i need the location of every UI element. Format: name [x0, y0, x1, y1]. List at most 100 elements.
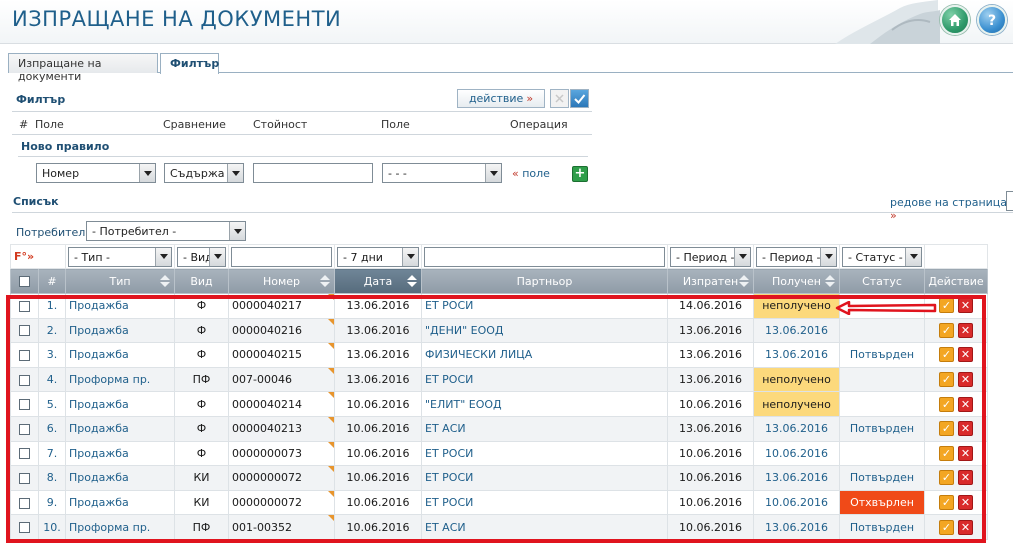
- select-all-checkbox[interactable]: [19, 276, 30, 287]
- edit-check-icon[interactable]: ✓: [939, 445, 954, 461]
- row-checkbox[interactable]: [19, 423, 30, 435]
- edit-check-icon[interactable]: ✓: [939, 372, 954, 388]
- row-type[interactable]: Продажба: [65, 415, 175, 442]
- apply-filter-button[interactable]: [570, 89, 589, 108]
- row-doc-number-text: 0000000072: [232, 496, 302, 510]
- row-checkbox[interactable]: [19, 399, 30, 411]
- edit-check-icon[interactable]: ✓: [939, 322, 954, 338]
- user-select[interactable]: - Потребител -: [86, 221, 246, 241]
- row-kind: КИ: [174, 465, 229, 491]
- delete-icon[interactable]: ✕: [958, 495, 973, 511]
- delete-icon[interactable]: ✕: [958, 322, 973, 338]
- rule-field-select[interactable]: Номер: [36, 163, 156, 183]
- action-button[interactable]: действие»: [457, 89, 545, 108]
- row-partner[interactable]: ЕТ РОСИ: [421, 440, 668, 467]
- row-type[interactable]: Продажба: [65, 342, 175, 368]
- clear-filter-button[interactable]: [550, 89, 569, 108]
- header-received[interactable]: Получен: [753, 268, 840, 294]
- table-row[interactable]: 3. Продажба Ф 0000040215 13.06.2016 ФИЗИ…: [10, 342, 988, 368]
- delete-icon[interactable]: ✕: [958, 470, 973, 486]
- row-type[interactable]: Продажба: [65, 293, 175, 319]
- rule-comparison-select[interactable]: Съдържа: [164, 163, 244, 183]
- delete-icon[interactable]: ✕: [958, 421, 973, 437]
- header-sent[interactable]: Изпратен: [667, 268, 754, 294]
- row-checkbox[interactable]: [19, 374, 30, 386]
- row-partner[interactable]: ЕТ РОСИ: [421, 293, 668, 319]
- delete-icon[interactable]: ✕: [958, 298, 973, 314]
- date-filter-select[interactable]: - 7 дни: [337, 246, 419, 267]
- row-partner[interactable]: "ДЕНИ" ЕООД: [421, 317, 668, 344]
- header-date[interactable]: Дата: [334, 268, 422, 294]
- help-button[interactable]: ?: [977, 5, 1007, 35]
- table-row[interactable]: 10. Проформа пр. ПФ 001-00352 10.06.2016…: [10, 514, 988, 540]
- home-button[interactable]: [940, 5, 970, 35]
- rule-value-input[interactable]: [253, 163, 373, 183]
- tab-send-documents[interactable]: Изпращане на документи: [8, 53, 158, 83]
- rule-field2-select[interactable]: - - -: [382, 163, 502, 183]
- row-checkbox[interactable]: [19, 300, 30, 312]
- row-partner[interactable]: ЕТ АСИ: [421, 514, 668, 540]
- plus-icon: +: [574, 166, 586, 181]
- partner-filter-input[interactable]: [424, 246, 665, 267]
- table-row[interactable]: 7. Продажба Ф 0000000073 10.06.2016 ЕТ Р…: [10, 440, 988, 467]
- row-partner[interactable]: "ЕЛИТ" ЕООД: [421, 391, 668, 417]
- row-checkbox[interactable]: [19, 448, 30, 460]
- table-row[interactable]: 4. Проформа пр. ПФ 007-00046 13.06.2016 …: [10, 366, 988, 393]
- row-partner[interactable]: ЕТ РОСИ: [421, 489, 668, 516]
- table-row[interactable]: 8. Продажба КИ 0000000072 10.06.2016 ЕТ …: [10, 465, 988, 491]
- edit-check-icon[interactable]: ✓: [939, 421, 954, 437]
- row-type[interactable]: Продажба: [65, 465, 175, 491]
- edit-check-icon[interactable]: ✓: [939, 470, 954, 486]
- table-row[interactable]: 9. Продажба КИ 0000000072 10.06.2016 ЕТ …: [10, 489, 988, 516]
- edit-check-icon[interactable]: ✓: [939, 298, 954, 314]
- type-filter-select[interactable]: - Тип -: [68, 246, 172, 267]
- received-period-select[interactable]: - Период -: [756, 246, 837, 267]
- table-row[interactable]: 5. Продажба Ф 0000040214 10.06.2016 "ЕЛИ…: [10, 391, 988, 417]
- row-status: Потвърден: [839, 465, 925, 491]
- edit-check-icon[interactable]: ✓: [939, 347, 954, 363]
- row-checkbox[interactable]: [19, 325, 30, 337]
- delete-icon[interactable]: ✕: [958, 347, 973, 363]
- sent-period-select[interactable]: - Период -: [670, 246, 751, 267]
- edit-check-icon[interactable]: ✓: [939, 396, 954, 412]
- edit-check-icon[interactable]: ✓: [939, 519, 954, 535]
- row-partner[interactable]: ЕТ РОСИ: [421, 366, 668, 393]
- row-checkbox[interactable]: [19, 349, 30, 361]
- delete-icon[interactable]: ✕: [958, 519, 973, 535]
- table-row[interactable]: 6. Продажба Ф 0000040213 10.06.2016 ЕТ А…: [10, 415, 988, 442]
- add-field-link[interactable]: « поле: [512, 167, 550, 180]
- row-checkbox[interactable]: [19, 522, 30, 534]
- row-doc-number-text: 007-00046: [232, 373, 292, 387]
- status-filter-select[interactable]: - Статус -: [842, 246, 922, 267]
- row-partner[interactable]: ФИЗИЧЕСКИ ЛИЦА: [421, 342, 668, 368]
- formula-filter-toggle[interactable]: F°»: [10, 244, 66, 269]
- delete-icon[interactable]: ✕: [958, 445, 973, 461]
- row-type[interactable]: Продажба: [65, 317, 175, 344]
- header-doc-number[interactable]: Номер: [228, 268, 335, 294]
- row-type[interactable]: Продажба: [65, 440, 175, 467]
- kind-filter-select[interactable]: - Вид: [177, 246, 226, 267]
- col-operation: Операция: [510, 118, 568, 131]
- edit-check-icon[interactable]: ✓: [939, 495, 954, 511]
- table-row[interactable]: 2. Продажба Ф 0000040216 13.06.2016 "ДЕН…: [10, 317, 988, 344]
- row-partner[interactable]: ЕТ РОСИ: [421, 465, 668, 491]
- row-checkbox[interactable]: [19, 497, 30, 509]
- row-type[interactable]: Продажба: [65, 391, 175, 417]
- row-received: 10.06.2016: [753, 440, 840, 467]
- row-type[interactable]: Проформа пр.: [65, 514, 175, 540]
- row-partner[interactable]: ЕТ АСИ: [421, 415, 668, 442]
- header-type[interactable]: Тип: [65, 268, 175, 294]
- row-type[interactable]: Продажба: [65, 489, 175, 516]
- number-filter-input[interactable]: [231, 246, 332, 267]
- add-rule-button[interactable]: +: [572, 166, 588, 182]
- row-checkbox[interactable]: [19, 472, 30, 484]
- check-icon: [574, 94, 586, 104]
- rows-per-page-link[interactable]: редове на страница »: [890, 196, 1013, 222]
- note-corner-icon: [328, 392, 334, 399]
- note-corner-icon: [328, 368, 334, 374]
- tab-filter[interactable]: Филтър: [160, 53, 219, 74]
- delete-icon[interactable]: ✕: [958, 396, 973, 412]
- row-type[interactable]: Проформа пр.: [65, 366, 175, 393]
- delete-icon[interactable]: ✕: [958, 372, 973, 388]
- rows-per-page-input[interactable]: [1006, 191, 1013, 211]
